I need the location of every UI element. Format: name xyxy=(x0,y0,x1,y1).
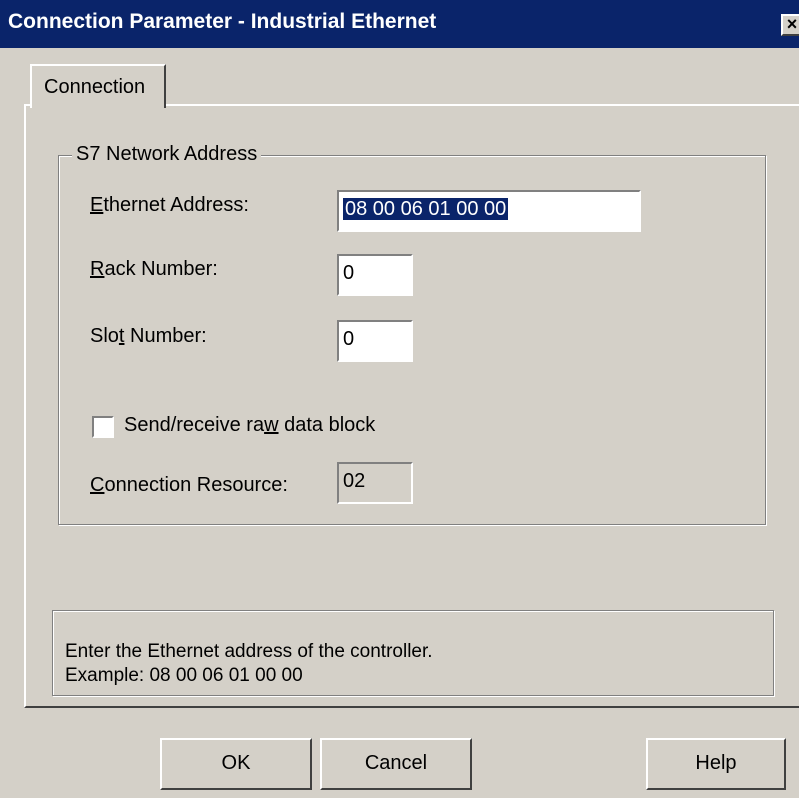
info-line-2: Example: 08 00 06 01 00 00 xyxy=(65,665,303,686)
raw-data-checkbox[interactable] xyxy=(92,416,114,438)
close-icon[interactable]: × xyxy=(781,14,799,36)
slot-number-label: Slot Number: xyxy=(90,325,207,347)
title-bar[interactable]: Connection Parameter - Industrial Ethern… xyxy=(0,0,799,48)
group-title: S7 Network Address xyxy=(72,143,262,166)
ok-button[interactable]: OK xyxy=(160,738,312,790)
tab-connection[interactable]: Connection xyxy=(30,64,166,108)
rack-number-input[interactable]: 0 xyxy=(337,254,413,296)
tab-label: Connection xyxy=(44,76,146,98)
ethernet-address-label: Ethernet Address: xyxy=(90,194,249,216)
ethernet-address-value: 08 00 06 01 00 00 xyxy=(343,198,509,220)
connection-resource-label: Connection Resource: xyxy=(90,474,288,496)
rack-number-label: Rack Number: xyxy=(90,258,218,280)
connection-resource-field: 02 xyxy=(337,462,413,504)
window-title: Connection Parameter - Industrial Ethern… xyxy=(8,10,437,33)
ethernet-address-input[interactable]: 08 00 06 01 00 00 xyxy=(337,190,641,232)
info-box: Enter the Ethernet address of the contro… xyxy=(52,610,774,696)
slot-number-input[interactable]: 0 xyxy=(337,320,413,362)
dialog-window: Connection Parameter - Industrial Ethern… xyxy=(0,0,799,798)
raw-data-checkbox-label[interactable]: Send/receive raw data block xyxy=(124,414,375,437)
cancel-button[interactable]: Cancel xyxy=(320,738,472,790)
info-line-1: Enter the Ethernet address of the contro… xyxy=(65,641,433,662)
help-button[interactable]: Help xyxy=(646,738,786,790)
